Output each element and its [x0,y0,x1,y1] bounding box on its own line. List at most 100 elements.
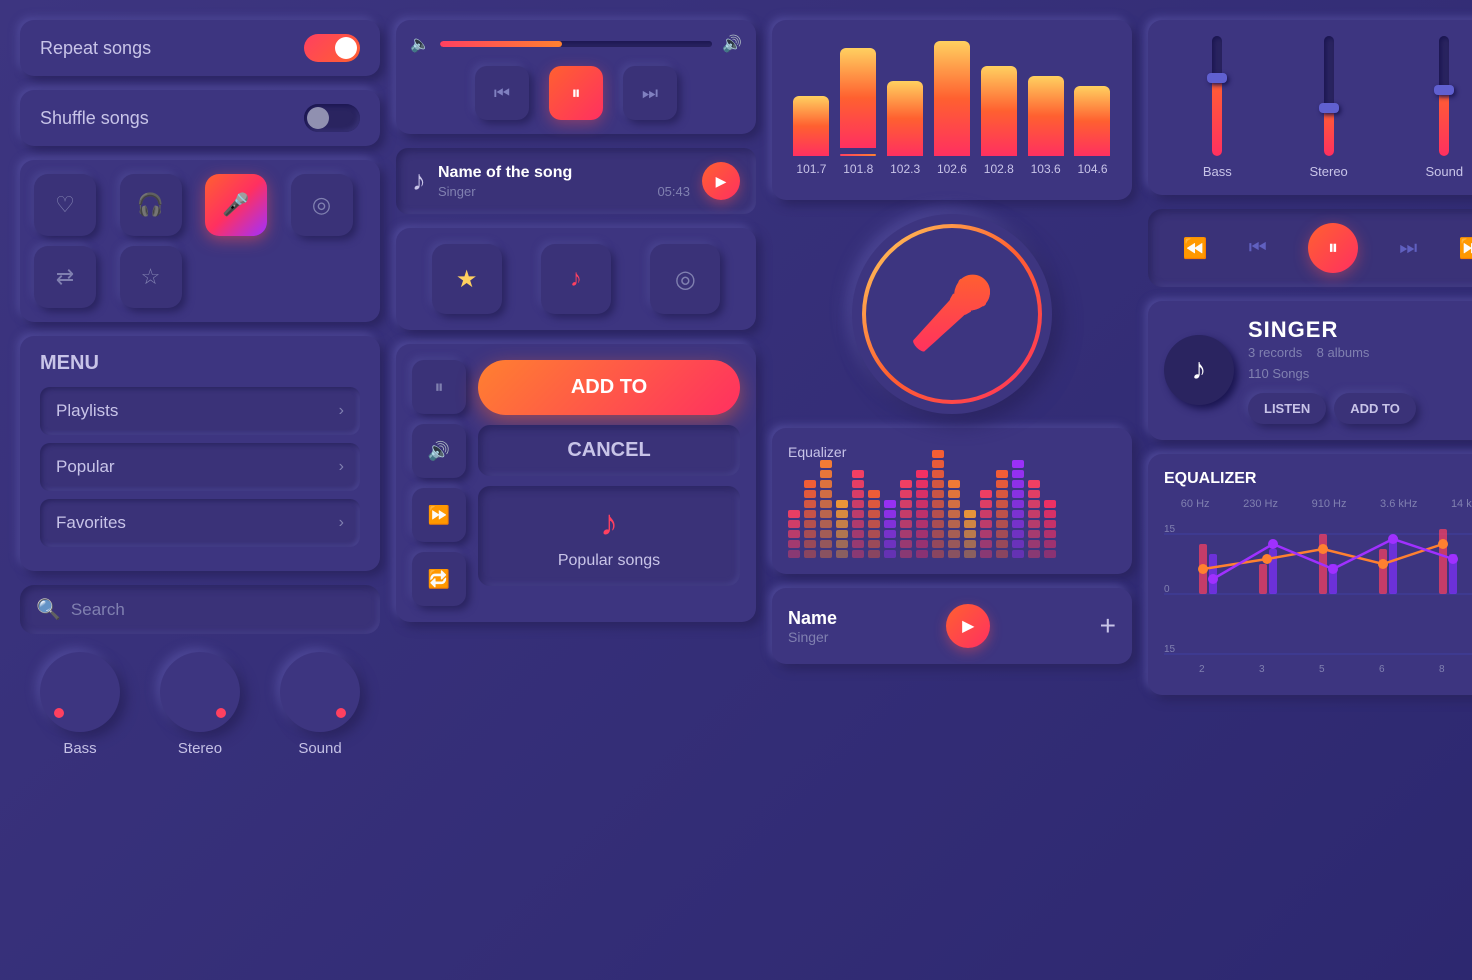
song-row-card: ♪ Name of the song Singer 05:43 ▶ [396,148,756,214]
song-info-left: Name Singer [788,608,837,645]
repeat-toggle[interactable] [304,34,360,62]
fav-star-button[interactable]: ★ [432,244,502,314]
search-icon: 🔍 [36,597,61,622]
eq-bar-col-0 [788,510,800,558]
svg-text:6: 6 [1379,664,1385,674]
heart-button[interactable]: ♡ [34,174,96,236]
eq-bar-col-10 [948,480,960,558]
sound-slider-track[interactable] [1439,36,1449,156]
eq-bar-col-6 [884,500,896,558]
headphones-button[interactable]: 🎧 [120,174,182,236]
shuffle-icon-button[interactable]: ⇄ [34,246,96,308]
sound-knob[interactable] [280,652,360,732]
bar-1017-fill [793,96,829,156]
stereo-knob[interactable] [160,652,240,732]
singer-songs: 110 Songs [1248,366,1309,381]
eq-bar-col-13 [996,470,1008,558]
popular-label: Popular [56,457,115,477]
wave-button[interactable]: ◎ [650,244,720,314]
menu-item-popular[interactable]: Popular › [40,443,360,491]
column-1: Repeat songs Shuffle songs ♡ 🎧 🎤 ◎ ⇄ ☆ M… [20,20,380,960]
sliders-card: Bass Stereo Sound [1148,20,1472,195]
singer-avatar: ♪ [1164,335,1234,405]
svg-text:8: 8 [1439,664,1445,674]
svg-text:0: 0 [1164,584,1170,595]
eq-freq-60: 60 Hz [1181,498,1210,510]
sound-slider-thumb[interactable] [1434,85,1454,95]
sound-label: Sound [298,740,341,757]
bass-slider-track[interactable] [1212,36,1222,156]
add-to-button[interactable]: ADD TO [478,360,740,415]
svg-text:3: 3 [1259,664,1265,674]
stereo-slider-thumb[interactable] [1319,103,1339,113]
bar-1018[interactable]: 101.8 [840,48,876,176]
repeat-toggle-card: Repeat songs [20,20,380,76]
player-card: 🔈 🔊 ⏮ ⏸ ⏭ [396,20,756,134]
eq-graph-svg: 15 0 15 [1164,514,1472,674]
song-play-button[interactable]: ▶ [702,162,740,200]
bar-1017: 101.7 [793,96,829,176]
bar-1023: 102.3 [887,81,923,176]
bar-1017-label: 101.7 [796,162,826,176]
repeat-label: Repeat songs [40,38,151,59]
eq-bar-col-14 [1012,460,1024,558]
prev-pb-button[interactable]: ⏮ [1249,237,1267,260]
eq-bars [788,468,1116,558]
sound-slider-fill [1439,90,1449,156]
bass-knob[interactable] [40,652,120,732]
sound-slider-wrap: Sound [1426,36,1464,179]
mic-circle-button[interactable]: 🎤 [852,214,1052,414]
prev-button[interactable]: ⏮ [475,66,529,120]
cancel-button[interactable]: CANCEL [478,425,740,476]
eq-bar-col-9 [932,450,944,558]
song-note-icon: ♪ [412,165,426,197]
pause-pb-button[interactable]: ⏸ [1308,223,1358,273]
surround-button[interactable]: ◎ [291,174,353,236]
popular-music-icon: ♪ [600,502,618,544]
search-card[interactable]: 🔍 Search [20,585,380,634]
star-button[interactable]: ☆ [120,246,182,308]
bar-1026: 102.6 [934,41,970,176]
pb-controls-card: ⏪ ⏮ ⏸ ⏭ ⏩ [1148,209,1472,287]
shuffle-toggle[interactable] [304,104,360,132]
svg-text:2: 2 [1199,664,1205,674]
bar-1036-fill [1028,76,1064,156]
singer-add-to-button[interactable]: ADD TO [1334,393,1416,424]
volume-track[interactable] [440,41,712,47]
mic-icon: 🎤 [908,273,995,355]
sound-slider-label: Sound [1426,164,1464,179]
side-buttons: ⏸ 🔊 ⏩ 🔁 [412,360,466,606]
bar-1026-label: 102.6 [937,162,967,176]
eq-bars-label: Equalizer [788,444,1116,460]
singer-actions: LISTEN ADD TO [1248,393,1472,424]
next-button[interactable]: ⏭ [623,66,677,120]
shuffle-toggle-card: Shuffle songs [20,90,380,146]
bass-slider-thumb[interactable] [1207,73,1227,83]
song-card-add-button[interactable]: + [1100,610,1116,642]
mic-button[interactable]: 🎤 [205,174,267,236]
repeat-side-button[interactable]: 🔁 [412,552,466,606]
vol-side-button[interactable]: 🔊 [412,424,466,478]
pause-side-button[interactable]: ⏸ [412,360,466,414]
menu-item-playlists[interactable]: Playlists › [40,387,360,435]
ff-button[interactable]: ⏩ [1458,236,1472,261]
listen-button[interactable]: LISTEN [1248,393,1326,424]
eq-bar-col-4 [852,470,864,558]
sound-knob-wrap: Sound [280,652,360,757]
rw-button[interactable]: ⏪ [1183,236,1208,261]
eq-freq-230: 230 Hz [1243,498,1278,510]
pause-button[interactable]: ⏸ [549,66,603,120]
eq-freq-910: 910 Hz [1312,498,1347,510]
bar-1018-fill [840,48,876,148]
song-card-play-button[interactable]: ▶ [946,604,990,648]
stereo-slider-track[interactable] [1324,36,1334,156]
bar-1018-label: 101.8 [843,162,873,176]
search-placeholder: Search [71,600,125,620]
action-area: ⏸ 🔊 ⏩ 🔁 ADD TO CANCEL ♪ Popular songs [396,344,756,622]
next-pb-button[interactable]: ⏭ [1399,237,1417,260]
music-note-button[interactable]: ♪ [541,244,611,314]
ff-side-button[interactable]: ⏩ [412,488,466,542]
menu-item-favorites[interactable]: Favorites › [40,499,360,547]
radio-chart-card: 101.7 101.8 102.3 102.6 102.8 [772,20,1132,200]
eq-bar-col-1 [804,480,816,558]
